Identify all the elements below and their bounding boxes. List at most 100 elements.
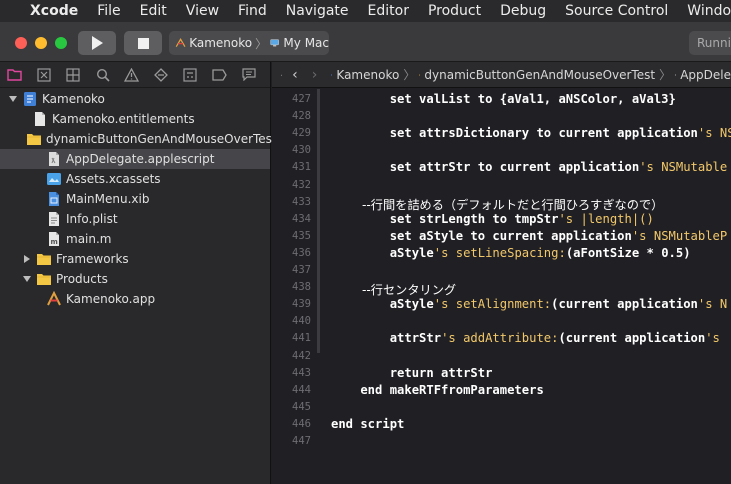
code-line: return attrStr xyxy=(331,366,493,380)
project-icon xyxy=(24,92,36,106)
code-token: set valList to {aVal1, aNSColor, aVal3} xyxy=(331,92,676,106)
tree-item-infoplist[interactable]: Info.plist xyxy=(0,209,270,229)
breakpoint-navigator-icon[interactable] xyxy=(212,66,228,83)
code-token: --行センタリング xyxy=(331,283,457,298)
menu-app-name[interactable]: Xcode xyxy=(30,3,78,19)
code-token: 's |length|() xyxy=(558,211,654,226)
status-text: Running xyxy=(697,36,731,50)
code-token: 's N xyxy=(697,297,728,312)
tree-item-project[interactable]: Kamenoko xyxy=(0,89,270,109)
kamenoko-scheme-icon xyxy=(175,38,186,48)
tree-item-product-app[interactable]: Kamenoko.app xyxy=(0,289,270,309)
project-icon xyxy=(331,74,333,75)
tree-item-group-frameworks[interactable]: Frameworks xyxy=(0,249,270,269)
jumpbar-crumb-project[interactable]: Kamenoko xyxy=(336,68,399,82)
report-navigator-icon[interactable] xyxy=(241,66,257,83)
scheme-selector[interactable]: Kamenoko 〉 My Mac xyxy=(169,31,329,55)
minimize-window-button[interactable] xyxy=(35,37,47,49)
code-token: set attrStr to current application xyxy=(331,160,640,175)
tree-item-mainm[interactable]: m main.m xyxy=(0,229,270,249)
code-area[interactable]: set valList to {aVal1, aNSColor, aVal3} … xyxy=(331,89,731,484)
chevron-right-icon: 〉 xyxy=(403,68,416,82)
folder-icon xyxy=(37,274,51,285)
destination-name: My Mac xyxy=(283,36,329,50)
menu-file[interactable]: File xyxy=(97,3,120,19)
tree-item-label: Kamenoko.entitlements xyxy=(52,112,195,126)
line-number: 430 xyxy=(292,144,311,157)
window-toolbar: Kamenoko 〉 My Mac Running xyxy=(0,22,731,62)
file-icon xyxy=(35,112,45,126)
menu-bar: Xcode File Edit View Find Navigate Edito… xyxy=(0,0,731,22)
menu-view[interactable]: View xyxy=(186,3,219,19)
forward-arrow-icon[interactable]: › xyxy=(312,67,318,83)
menu-editor[interactable]: Editor xyxy=(368,3,409,19)
code-token: --行間を詰める（デフォルトだと行間ひろすぎなので） xyxy=(331,197,664,212)
asset-catalog-icon xyxy=(47,173,61,185)
line-number: 443 xyxy=(292,366,311,379)
code-line: set strLength to tmpStr's |length|() xyxy=(331,212,654,226)
zoom-window-button[interactable] xyxy=(55,37,67,49)
code-line: set valList to {aVal1, aNSColor, aVal3} xyxy=(331,92,676,106)
folder-icon xyxy=(37,254,51,265)
jumpbar-crumb-file[interactable]: AppDele xyxy=(680,68,731,82)
source-control-icon[interactable] xyxy=(36,66,52,83)
run-button[interactable] xyxy=(78,31,116,55)
svg-text:m: m xyxy=(51,238,58,246)
tree-item-label: Kamenoko xyxy=(42,92,105,106)
source-editor: ‹ › Kamenoko 〉 dynamicButtonGenAndMouseO… xyxy=(272,62,731,484)
code-line: aStyle's setLineSpacing:(aFontSize * 0.5… xyxy=(331,246,691,260)
tree-item-group-dynamic[interactable]: dynamicButtonGenAndMouseOverTest xyxy=(0,129,277,149)
line-number: 435 xyxy=(292,229,311,242)
code-token: end makeRTFfromParameters xyxy=(331,382,544,397)
code-token: aStyle xyxy=(331,245,434,260)
m-file-icon: m xyxy=(49,232,59,246)
tree-item-entitlements[interactable]: Kamenoko.entitlements xyxy=(0,109,270,129)
tree-item-appdelegate[interactable]: AppDelegate.applescript xyxy=(0,149,270,169)
back-arrow-icon[interactable]: ‹ xyxy=(292,67,298,83)
tree-item-label: MainMenu.xib xyxy=(66,192,150,206)
tree-item-label: Info.plist xyxy=(66,212,118,226)
menu-find[interactable]: Find xyxy=(238,3,267,19)
stop-button[interactable] xyxy=(124,31,162,55)
symbol-navigator-icon[interactable] xyxy=(65,66,81,83)
tree-item-label: AppDelegate.applescript xyxy=(66,152,215,166)
line-number: 433 xyxy=(292,195,311,208)
code-token: (aFontSize * 0.5) xyxy=(565,245,691,260)
related-items-grid-icon[interactable] xyxy=(281,68,283,82)
navigator-tab-bar xyxy=(0,62,270,88)
menu-navigate[interactable]: Navigate xyxy=(286,3,349,19)
code-line: attrStr's addAttribute:(current applicat… xyxy=(331,331,727,345)
code-token: 's xyxy=(705,331,728,346)
code-token: 's NSMutableP xyxy=(631,228,728,243)
disclosure-expanded-icon[interactable] xyxy=(22,274,32,284)
debug-navigator-icon[interactable] xyxy=(182,66,198,83)
line-number: 447 xyxy=(292,435,311,447)
code-token: end script xyxy=(331,416,405,431)
tree-item-assets[interactable]: Assets.xcassets xyxy=(0,169,270,189)
project-navigator-icon[interactable] xyxy=(7,66,23,83)
find-navigator-icon[interactable] xyxy=(95,66,111,83)
issue-navigator-icon[interactable] xyxy=(124,66,140,83)
code-line: set attrsDictionary to current applicati… xyxy=(331,126,731,140)
close-window-button[interactable] xyxy=(15,37,27,49)
line-number: 436 xyxy=(292,246,311,259)
disclosure-expanded-icon[interactable] xyxy=(8,94,18,104)
jumpbar-crumb-group[interactable]: dynamicButtonGenAndMouseOverTest xyxy=(424,68,655,82)
menu-window[interactable]: Window xyxy=(687,3,731,19)
disclosure-collapsed-icon[interactable] xyxy=(22,254,32,264)
code-token: 's setLineSpacing: xyxy=(433,245,566,260)
chevron-right-icon: 〉 xyxy=(255,36,268,51)
code-token: 's NS xyxy=(697,126,731,141)
tree-item-group-products[interactable]: Products xyxy=(0,269,270,289)
applescript-file-icon xyxy=(675,74,676,75)
menu-product[interactable]: Product xyxy=(428,3,481,19)
line-number: 434 xyxy=(292,212,311,225)
line-number: 429 xyxy=(292,127,311,140)
folder-icon xyxy=(27,134,41,145)
menu-edit[interactable]: Edit xyxy=(140,3,167,19)
test-navigator-icon[interactable] xyxy=(153,66,169,83)
tree-item-mainmenu[interactable]: MainMenu.xib xyxy=(0,189,270,209)
menu-debug[interactable]: Debug xyxy=(500,3,546,19)
code-token: aStyle xyxy=(331,297,434,312)
menu-source-control[interactable]: Source Control xyxy=(565,3,668,19)
